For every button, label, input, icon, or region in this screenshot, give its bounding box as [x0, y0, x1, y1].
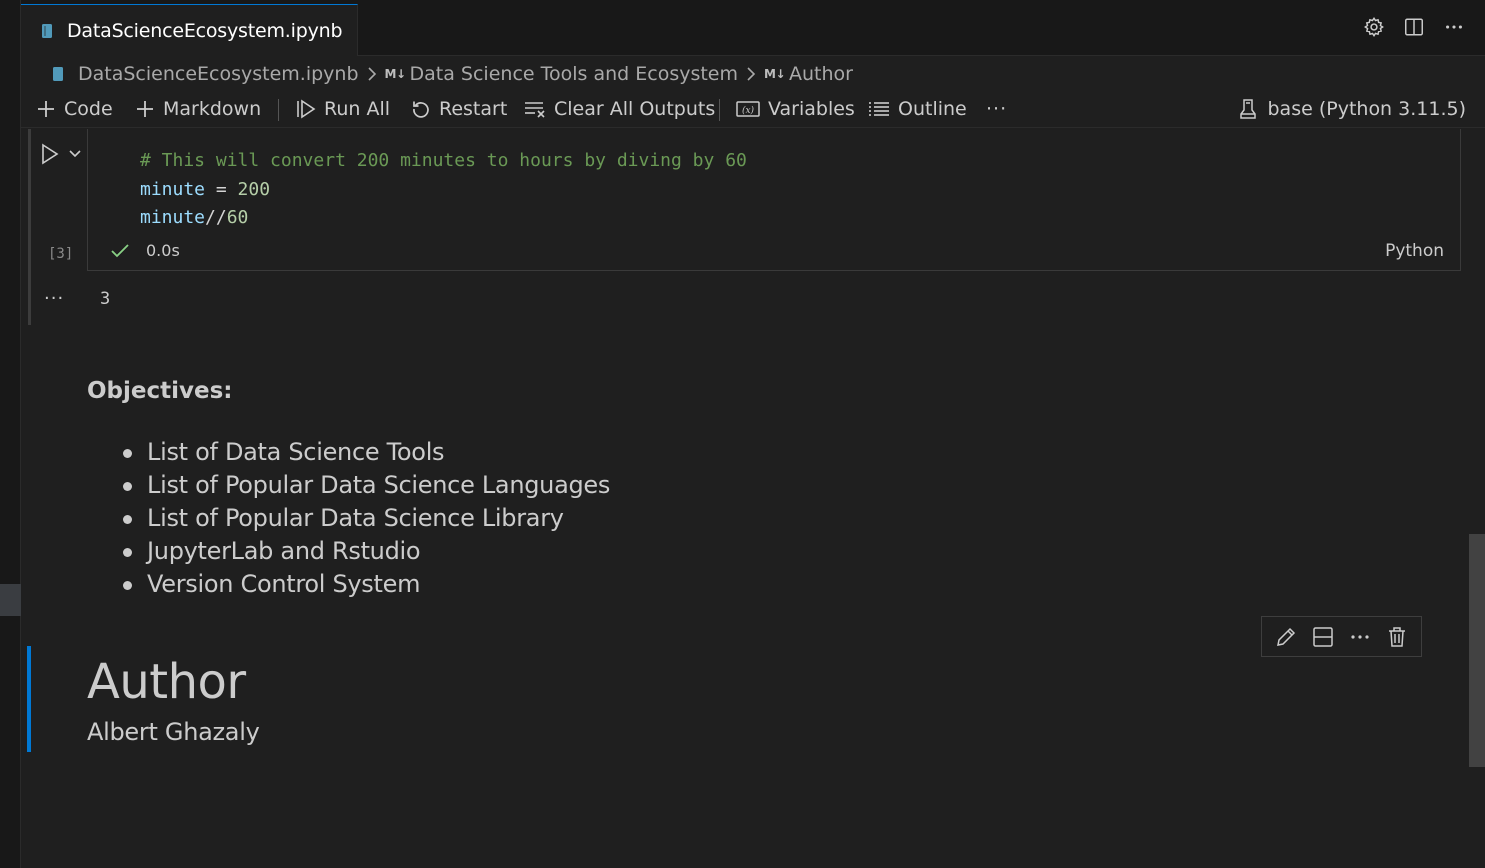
objectives-heading: Objectives:: [87, 378, 233, 404]
gear-icon[interactable]: [1363, 16, 1385, 38]
cell-language[interactable]: Python: [1385, 241, 1444, 261]
execution-count: [3]: [48, 246, 74, 262]
variables-label: Variables: [768, 98, 855, 120]
outline-icon: [869, 102, 889, 116]
chevron-right-icon: [746, 66, 756, 82]
selected-cell-indicator: [27, 646, 31, 752]
markdown-cell-toolbar: [1261, 616, 1422, 657]
kernel-icon: [1239, 99, 1256, 119]
split-cell-icon[interactable]: [1311, 625, 1335, 649]
kernel-label: base (Python 3.11.5): [1267, 98, 1467, 120]
objectives-list: List of Data Science Tools List of Popul…: [122, 436, 610, 601]
code-content[interactable]: # This will convert 200 minutes to hours…: [140, 147, 747, 233]
list-item: Version Control System: [122, 568, 610, 601]
clear-all-outputs-label: Clear All Outputs: [554, 98, 716, 120]
list-item: List of Data Science Tools: [122, 436, 610, 469]
cell-output: 3: [100, 289, 111, 309]
more-actions-icon[interactable]: [1443, 16, 1465, 38]
code-comment: # This will convert 200 minutes to hours…: [140, 150, 747, 171]
code-token: =: [205, 178, 238, 200]
author-heading: Author: [87, 654, 246, 710]
check-icon: [111, 243, 129, 257]
kernel-picker[interactable]: base (Python 3.11.5): [1238, 92, 1467, 126]
split-editor-icon[interactable]: [1403, 16, 1425, 38]
chevron-right-icon: [367, 66, 377, 82]
svg-text:(x): (x): [742, 105, 755, 116]
edit-pencil-icon[interactable]: [1274, 625, 1298, 649]
list-item: List of Popular Data Science Library: [122, 502, 610, 535]
outline-label: Outline: [898, 98, 967, 120]
tab-title: DataScienceEcosystem.ipynb: [67, 19, 343, 42]
add-markdown-label: Markdown: [163, 98, 262, 120]
code-token: //: [205, 207, 227, 228]
cell-focus-indicator: [28, 129, 31, 325]
run-cell-button[interactable]: [40, 143, 82, 165]
scrollbar-thumb[interactable]: [1469, 534, 1485, 767]
variables-button[interactable]: (x) Variables: [736, 92, 855, 126]
notebook-file-icon: [53, 67, 63, 81]
cell-status: 0.0s: [110, 241, 180, 260]
toolbar-more-button[interactable]: ···: [986, 92, 1007, 126]
code-token: minute: [140, 207, 206, 228]
outline-button[interactable]: Outline: [868, 92, 967, 126]
run-all-button[interactable]: Run All: [296, 92, 390, 126]
play-icon: [42, 143, 59, 165]
output-more-button[interactable]: ···: [44, 288, 64, 309]
toolbar-divider: [719, 99, 720, 121]
breadcrumb-file-label: DataScienceEcosystem.ipynb: [78, 63, 359, 85]
scroll-marker: [0, 584, 21, 616]
breadcrumb-subsection[interactable]: M↓ Author: [764, 63, 853, 85]
toolbar-divider: [278, 99, 279, 121]
markdown-icon: M↓: [764, 67, 786, 81]
restart-icon: [413, 101, 429, 118]
plus-icon: [38, 101, 54, 117]
add-code-label: Code: [64, 98, 113, 120]
notebook-toolbar: Code Markdown Run All Restart Clear All …: [21, 92, 1485, 128]
breadcrumb-section[interactable]: M↓ Data Science Tools and Ecosystem: [385, 63, 739, 85]
variables-icon: (x): [736, 101, 760, 117]
more-actions-icon[interactable]: [1348, 625, 1372, 649]
list-item: List of Popular Data Science Languages: [122, 469, 610, 502]
breadcrumb-subsection-label: Author: [789, 63, 853, 85]
author-name: Albert Ghazaly: [87, 718, 260, 746]
markdown-icon: M↓: [384, 67, 407, 81]
plus-icon: [137, 101, 153, 117]
code-token: 200: [237, 178, 271, 200]
add-code-button[interactable]: Code: [36, 92, 113, 126]
list-item: JupyterLab and Rstudio: [122, 535, 610, 568]
run-all-label: Run All: [324, 98, 391, 120]
tab-notebook[interactable]: DataScienceEcosystem.ipynb: [21, 4, 358, 56]
chevron-down-icon[interactable]: [68, 149, 82, 159]
activity-strip: [0, 0, 21, 868]
clear-all-outputs-button[interactable]: Clear All Outputs: [524, 92, 715, 126]
code-cell-editor[interactable]: # This will convert 200 minutes to hours…: [87, 129, 1461, 271]
execution-time: 0.0s: [146, 241, 180, 260]
restart-button[interactable]: Restart: [411, 92, 507, 126]
breadcrumb: DataScienceEcosystem.ipynb M↓ Data Scien…: [52, 60, 853, 88]
breadcrumb-file[interactable]: DataScienceEcosystem.ipynb: [52, 63, 359, 85]
code-token: 60: [226, 207, 249, 228]
breadcrumb-section-label: Data Science Tools and Ecosystem: [409, 63, 739, 85]
notebook-file-icon: [41, 23, 53, 39]
code-token: minute: [140, 178, 206, 200]
add-markdown-button[interactable]: Markdown: [135, 92, 261, 126]
clear-all-icon: [525, 102, 545, 118]
restart-label: Restart: [439, 98, 508, 120]
tab-bar: DataScienceEcosystem.ipynb: [21, 0, 1485, 56]
trash-icon[interactable]: [1385, 625, 1409, 649]
run-all-icon: [297, 99, 316, 119]
